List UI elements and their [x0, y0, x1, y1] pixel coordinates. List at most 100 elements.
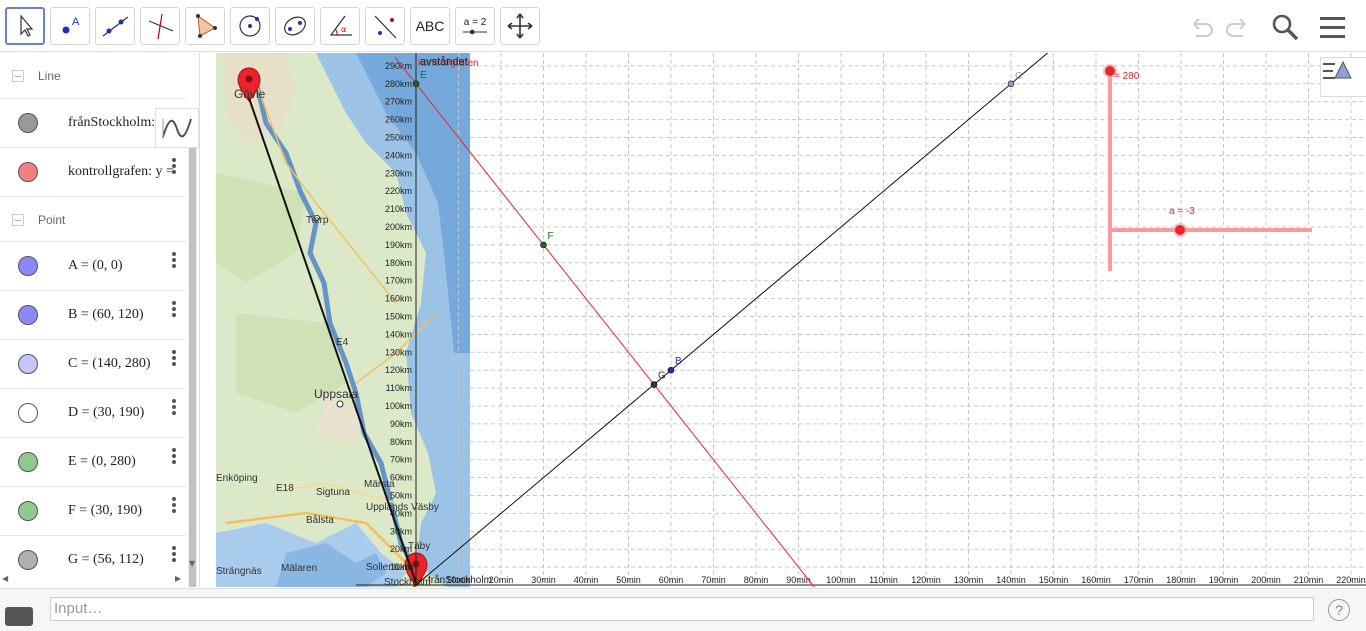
graphics-canvas[interactable]: ▬ GävleTierpUppsalaEnköpingSigtunaMärsta…	[206, 53, 1366, 587]
y-tick-label: 90km	[390, 419, 412, 429]
more-vert-icon[interactable]	[172, 252, 176, 270]
visibility-toggle[interactable]	[18, 403, 38, 423]
visibility-toggle[interactable]	[18, 452, 38, 472]
redo-icon	[1226, 18, 1246, 37]
scroll-right-arrow-icon[interactable]: ▶	[175, 574, 181, 583]
y-tick-label: 80km	[390, 437, 412, 447]
redo-button[interactable]	[1221, 10, 1255, 44]
y-tick-label: 230km	[385, 168, 412, 178]
svg-text:A: A	[72, 16, 80, 28]
x-tick-label: 200min	[1251, 575, 1281, 585]
algebra-row-point[interactable]: A = (0, 0)	[0, 241, 186, 290]
x-tick-label: 190min	[1209, 575, 1239, 585]
y-tick-label: 200km	[385, 222, 412, 232]
y-tick-label: 150km	[385, 312, 412, 322]
graphics-style-button[interactable]	[1320, 57, 1366, 97]
point-e[interactable]	[412, 80, 420, 88]
move-graphics-tool-button[interactable]	[500, 7, 540, 45]
text-icon: ABC	[415, 18, 445, 34]
visibility-toggle[interactable]	[18, 113, 38, 133]
help-icon[interactable]: ?	[1328, 599, 1350, 621]
visibility-toggle[interactable]	[18, 550, 38, 570]
reflect-tool-button[interactable]	[365, 7, 405, 45]
algebra-row-point[interactable]: D = (30, 190)	[0, 388, 186, 437]
line-through-points-icon	[102, 16, 129, 37]
y-tick-label: 120km	[385, 365, 412, 375]
x-tick-label: 90min	[786, 575, 811, 585]
visibility-toggle[interactable]	[18, 256, 38, 276]
x-tick-label: 170min	[1124, 575, 1154, 585]
group-header-point[interactable]: Point	[0, 196, 186, 242]
line-franstockholm	[412, 53, 1049, 587]
input-field[interactable]: Input…	[50, 597, 1314, 621]
algebra-vertical-scrollbar[interactable]	[188, 148, 197, 587]
map-label: Strängnäs	[216, 566, 262, 577]
y-tick-label: 180km	[385, 258, 412, 268]
point-g[interactable]	[650, 381, 658, 388]
scroll-down-arrow-icon[interactable]: ▼	[189, 559, 195, 568]
algebra-row-point[interactable]: F = (30, 190)	[0, 486, 186, 535]
y-tick-label: 50km	[390, 491, 412, 501]
keyboard-icon[interactable]	[5, 607, 33, 626]
x-tick-label: 210min	[1294, 575, 1324, 585]
y-tick-label: 20km	[390, 544, 412, 554]
horizontal-slider-handle[interactable]	[1175, 225, 1185, 235]
graph-points[interactable]: E F BG C	[412, 70, 1022, 388]
more-vert-icon[interactable]	[172, 350, 176, 368]
ellipse-tool-button[interactable]	[275, 7, 315, 45]
map-label: Bålsta	[306, 514, 334, 526]
circle-tool-button[interactable]	[230, 7, 270, 45]
y-tick-label: 60km	[390, 473, 412, 483]
angle-tool-button[interactable]: α	[320, 7, 360, 45]
map-label: E4	[336, 337, 349, 348]
point-tool-button[interactable]: A	[50, 7, 90, 45]
collapse-toggle-icon[interactable]	[12, 70, 24, 82]
map-label: Enköping	[216, 473, 258, 484]
move-tool-button[interactable]	[5, 7, 45, 45]
algebra-row-point[interactable]: C = (140, 280)	[0, 339, 186, 388]
more-vert-icon[interactable]	[172, 158, 176, 176]
visibility-toggle[interactable]	[18, 354, 38, 374]
main-menu-button[interactable]	[1315, 10, 1349, 44]
sliders[interactable]: = 280 a = -3	[1103, 64, 1312, 271]
algebra-row-point[interactable]: G = (56, 112)	[0, 535, 186, 584]
group-title: Line	[38, 69, 61, 83]
y-tick-label: 220km	[385, 186, 412, 196]
algebra-row-line[interactable]: kontrollgrafen: y =	[0, 147, 186, 196]
y-tick-label: 130km	[385, 347, 412, 357]
algebra-row-point[interactable]: E = (0, 280)	[0, 437, 186, 486]
point-c[interactable]	[1007, 80, 1015, 88]
undo-button[interactable]	[1184, 10, 1218, 44]
point-f[interactable]	[540, 241, 547, 249]
search-button[interactable]	[1268, 10, 1302, 44]
more-vert-icon[interactable]	[172, 448, 176, 466]
x-tick-label: 140min	[996, 575, 1026, 585]
svg-text:α: α	[341, 25, 346, 34]
axes: kontrollgrafenavståndet10km20km30km40km5…	[356, 53, 1366, 586]
slider-tool-button[interactable]: a = 2	[455, 7, 495, 45]
text-tool-button[interactable]: ABC	[410, 7, 450, 45]
point-b[interactable]	[667, 366, 675, 374]
more-vert-icon[interactable]	[172, 399, 176, 417]
more-vert-icon[interactable]	[172, 497, 176, 515]
slider-icon: a = 2	[461, 17, 489, 36]
move-view-icon	[507, 13, 533, 39]
more-vert-icon[interactable]	[172, 546, 176, 564]
visibility-toggle[interactable]	[18, 305, 38, 325]
graphics-view[interactable]: ▬ GävleTierpUppsalaEnköpingSigtunaMärsta…	[206, 53, 1366, 587]
visibility-toggle[interactable]	[18, 162, 38, 182]
algebra-item-label: E = (0, 280)	[68, 454, 136, 469]
scroll-left-arrow-icon[interactable]: ◀	[2, 574, 8, 583]
perpendicular-tool-button[interactable]	[140, 7, 180, 45]
group-header-line[interactable]: Line	[0, 53, 186, 99]
more-vert-icon[interactable]	[172, 301, 176, 319]
line-tool-button[interactable]	[95, 7, 135, 45]
collapse-toggle-icon[interactable]	[12, 213, 24, 226]
polygon-tool-button[interactable]	[185, 7, 225, 45]
y-tick-label: 70km	[390, 455, 412, 465]
visibility-toggle[interactable]	[18, 501, 38, 521]
algebra-row-point[interactable]: B = (60, 120)	[0, 290, 186, 339]
point-label-c: C	[1015, 71, 1022, 82]
algebra-style-button[interactable]	[155, 108, 199, 148]
algebra-item-label: G = (56, 112)	[68, 552, 144, 567]
